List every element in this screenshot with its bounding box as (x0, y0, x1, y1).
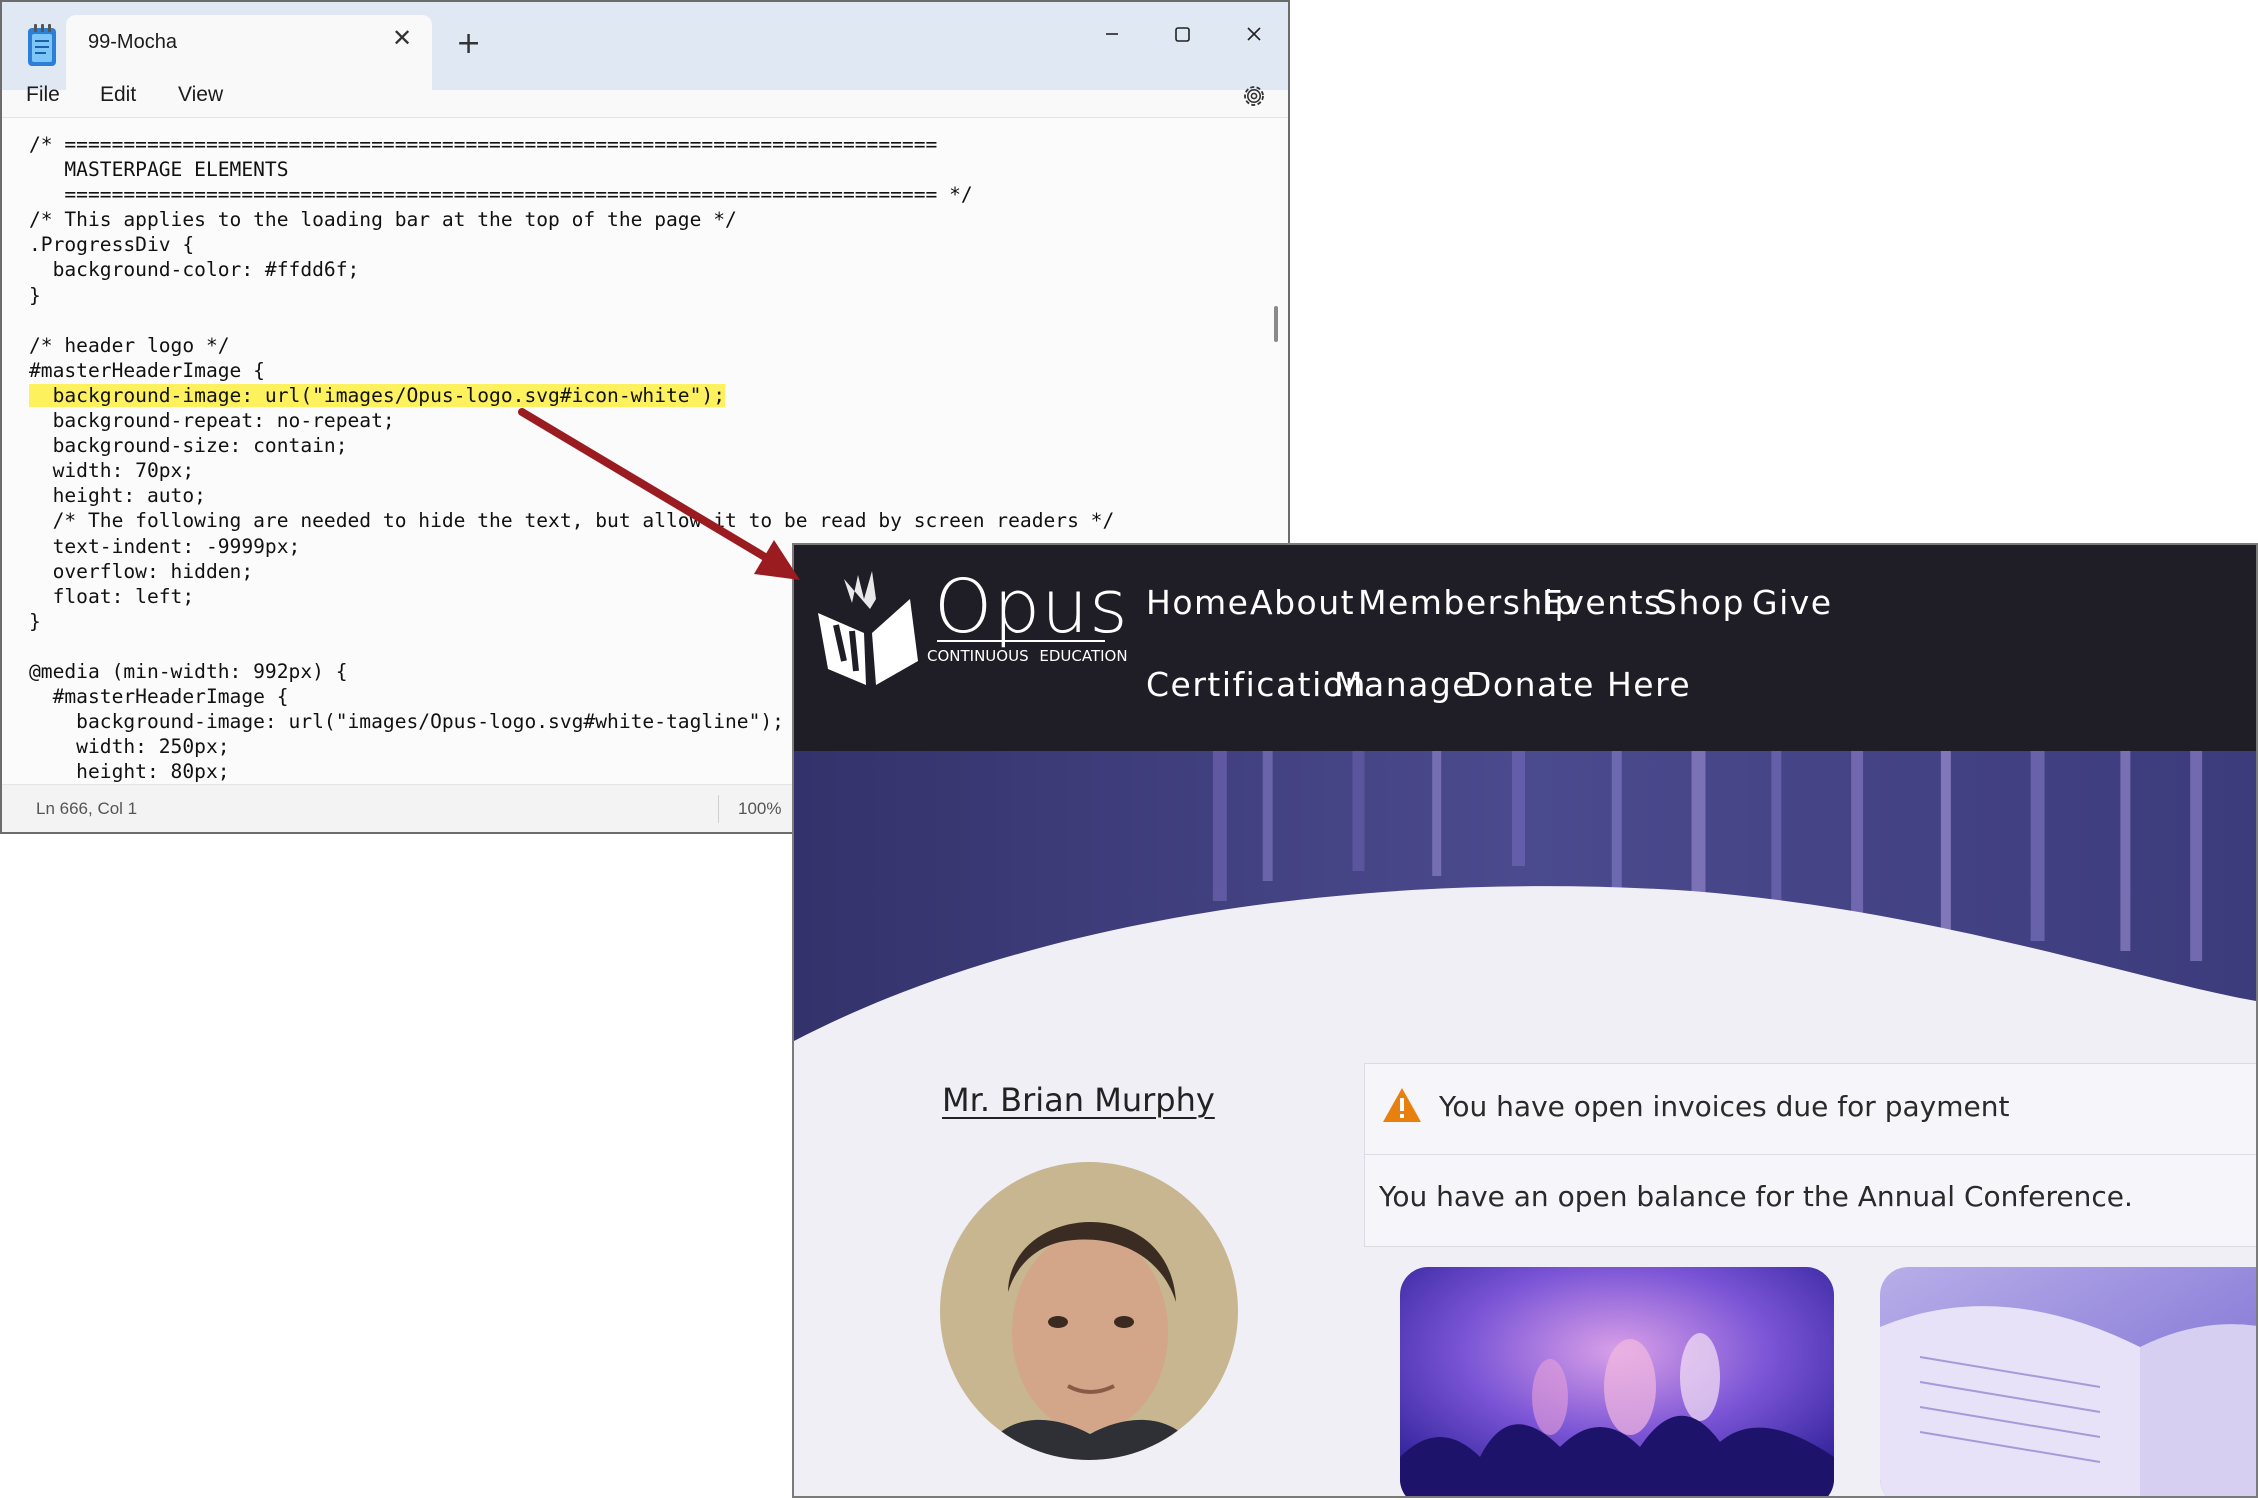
nav-about[interactable]: About (1250, 583, 1355, 622)
title-bar: 99-Mocha ✕ + (2, 2, 1288, 90)
hero-library-image (794, 751, 2256, 1051)
maximize-icon[interactable] (1152, 14, 1212, 54)
nav-home[interactable]: Home (1146, 583, 1249, 622)
close-tab-icon[interactable]: ✕ (392, 24, 412, 52)
zoom-level[interactable]: 100% (738, 799, 781, 819)
cursor-position: Ln 666, Col 1 (36, 799, 138, 818)
status-separator (718, 795, 719, 823)
code-before: /* =====================================… (29, 133, 973, 382)
menu-view[interactable]: View (178, 83, 223, 107)
alert-title: You have open invoices due for payment (1439, 1090, 2010, 1123)
website-screenshot: Opus CONTINUOUS EDUCATION Home About Mem… (792, 543, 2258, 1498)
book-logo-icon[interactable] (814, 569, 924, 689)
vertical-scrollbar[interactable] (1274, 306, 1278, 342)
new-tab-button[interactable]: + (456, 24, 481, 64)
user-name-link[interactable]: Mr. Brian Murphy (942, 1081, 1215, 1119)
gear-icon[interactable] (1238, 80, 1270, 112)
document-tab[interactable]: 99-Mocha ✕ (66, 15, 432, 90)
site-header: Opus CONTINUOUS EDUCATION Home About Mem… (794, 545, 2256, 751)
highlighted-code-line: background-image: url("images/Opus-logo.… (29, 383, 725, 407)
nav-give[interactable]: Give (1752, 583, 1833, 622)
notepad-icon (28, 24, 56, 66)
warning-icon (1383, 1088, 1421, 1122)
alert-divider (1365, 1154, 2256, 1155)
nav-manage[interactable]: Manage (1334, 665, 1474, 704)
event-concert-image-card[interactable] (1400, 1267, 1834, 1498)
menu-edit[interactable]: Edit (100, 83, 136, 107)
alert-message: You have an open balance for the Annual … (1379, 1180, 2133, 1213)
user-avatar (940, 1162, 1238, 1460)
nav-shop[interactable]: Shop (1656, 583, 1745, 622)
nav-donate-here[interactable]: Donate Here (1466, 665, 1691, 704)
logo-wordmark: Opus (934, 564, 1129, 650)
nav-events[interactable]: Events (1542, 583, 1663, 622)
close-icon[interactable] (1224, 14, 1284, 54)
open-book-image-card[interactable] (1880, 1267, 2258, 1498)
menu-file[interactable]: File (26, 83, 60, 107)
logo-underline (937, 640, 1105, 642)
tab-title: 99-Mocha (88, 31, 177, 53)
logo-tagline: CONTINUOUS EDUCATION (927, 647, 1128, 665)
invoice-alert: You have open invoices due for payment Y… (1364, 1063, 2256, 1247)
minimize-icon[interactable] (1082, 14, 1142, 54)
